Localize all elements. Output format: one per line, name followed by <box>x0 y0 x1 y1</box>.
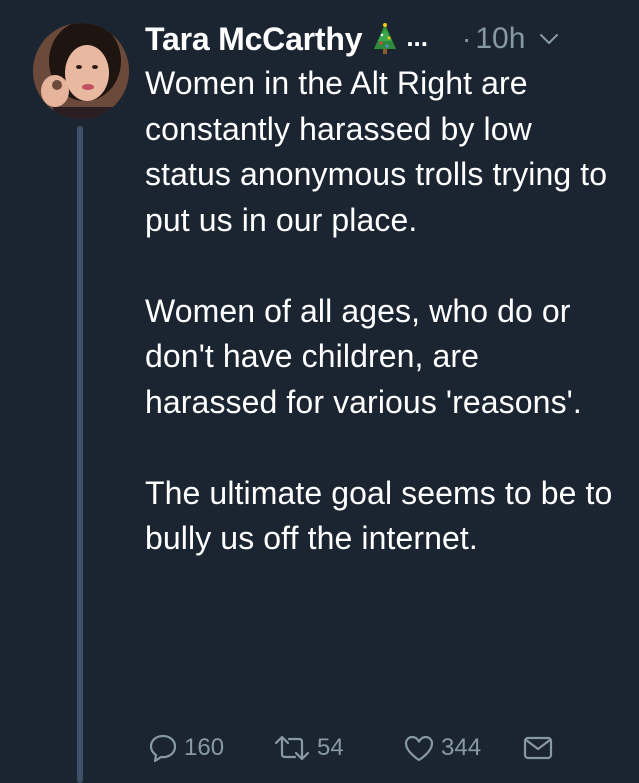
retweet-button[interactable]: 54 <box>273 734 403 762</box>
retweet-icon <box>274 735 310 761</box>
name-overflow: ... <box>406 21 428 52</box>
like-count: 344 <box>441 734 482 761</box>
tweet-header: Tara McCarthy ... · 10h <box>145 15 615 63</box>
direct-message-button[interactable] <box>523 736 553 760</box>
author-name[interactable]: Tara McCarthy <box>145 21 363 58</box>
tweet-content: Tara McCarthy ... · 10h Women in the Alt… <box>145 15 615 562</box>
retweet-count: 54 <box>317 734 344 761</box>
reply-icon <box>149 734 177 763</box>
tweet: Tara McCarthy ... · 10h Women in the Alt… <box>0 0 639 783</box>
tweet-actions: 160 54 344 <box>148 728 588 768</box>
tweet-text: Women in the Alt Right are constantly ha… <box>145 61 615 562</box>
tweet-paragraph: Women in the Alt Right are constantly ha… <box>145 65 608 238</box>
time-separator: · <box>462 23 472 54</box>
reply-button[interactable]: 160 <box>148 733 273 763</box>
thread-line <box>77 126 83 783</box>
timestamp[interactable]: 10h <box>475 22 525 56</box>
tweet-paragraph: Women of all ages, who do or don't have … <box>145 292 582 420</box>
envelope-icon <box>523 736 553 760</box>
tweet-paragraph: The ultimate goal seems to be to bully u… <box>145 474 613 557</box>
heart-icon <box>404 735 434 762</box>
reply-count: 160 <box>184 734 225 761</box>
chevron-down-icon[interactable] <box>539 32 559 46</box>
avatar[interactable] <box>33 23 129 119</box>
christmas-tree-icon <box>372 23 398 55</box>
like-button[interactable]: 344 <box>403 734 523 762</box>
